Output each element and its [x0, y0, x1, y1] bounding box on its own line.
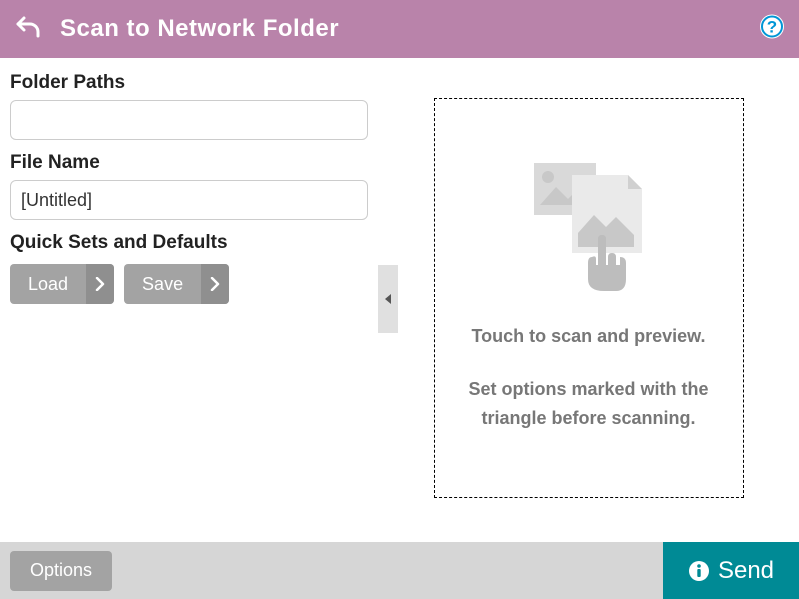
footer-bar: Options Send — [0, 542, 799, 599]
quicksets-label: Quick Sets and Defaults — [10, 232, 368, 254]
collapse-panel-handle[interactable] — [378, 265, 398, 333]
send-button-label: Send — [718, 557, 774, 585]
quickset-row: Load Save — [10, 264, 368, 304]
left-panel: Folder Paths File Name Quick Sets and De… — [0, 58, 378, 599]
preview-text-1: Touch to scan and preview. — [471, 326, 705, 347]
right-panel: Touch to scan and preview. Set options m… — [378, 58, 799, 599]
page-title: Scan to Network Folder — [60, 15, 339, 43]
options-button[interactable]: Options — [10, 551, 112, 591]
info-icon — [688, 560, 710, 582]
preview-placeholder-icon — [534, 163, 644, 298]
load-button-label: Load — [10, 264, 86, 304]
left-spacer — [0, 314, 378, 549]
folder-paths-input[interactable] — [10, 100, 368, 140]
body: Folder Paths File Name Quick Sets and De… — [0, 58, 799, 599]
file-name-input[interactable] — [10, 180, 368, 220]
arrow-left-icon — [382, 293, 394, 305]
svg-text:?: ? — [767, 18, 777, 37]
save-button-label: Save — [124, 264, 201, 304]
header-bar: Scan to Network Folder ? — [0, 0, 799, 58]
back-icon[interactable] — [14, 15, 42, 43]
form-area: Folder Paths File Name Quick Sets and De… — [0, 58, 378, 314]
save-button[interactable]: Save — [124, 264, 229, 304]
file-name-label: File Name — [10, 152, 368, 174]
preview-text-2: Set options marked with the triangle bef… — [435, 375, 743, 433]
load-button[interactable]: Load — [10, 264, 114, 304]
preview-area[interactable]: Touch to scan and preview. Set options m… — [434, 98, 744, 498]
chevron-right-icon — [86, 264, 114, 304]
chevron-right-icon — [201, 264, 229, 304]
help-icon[interactable]: ? — [759, 14, 785, 45]
send-button[interactable]: Send — [663, 542, 799, 599]
folder-paths-label: Folder Paths — [10, 72, 368, 94]
